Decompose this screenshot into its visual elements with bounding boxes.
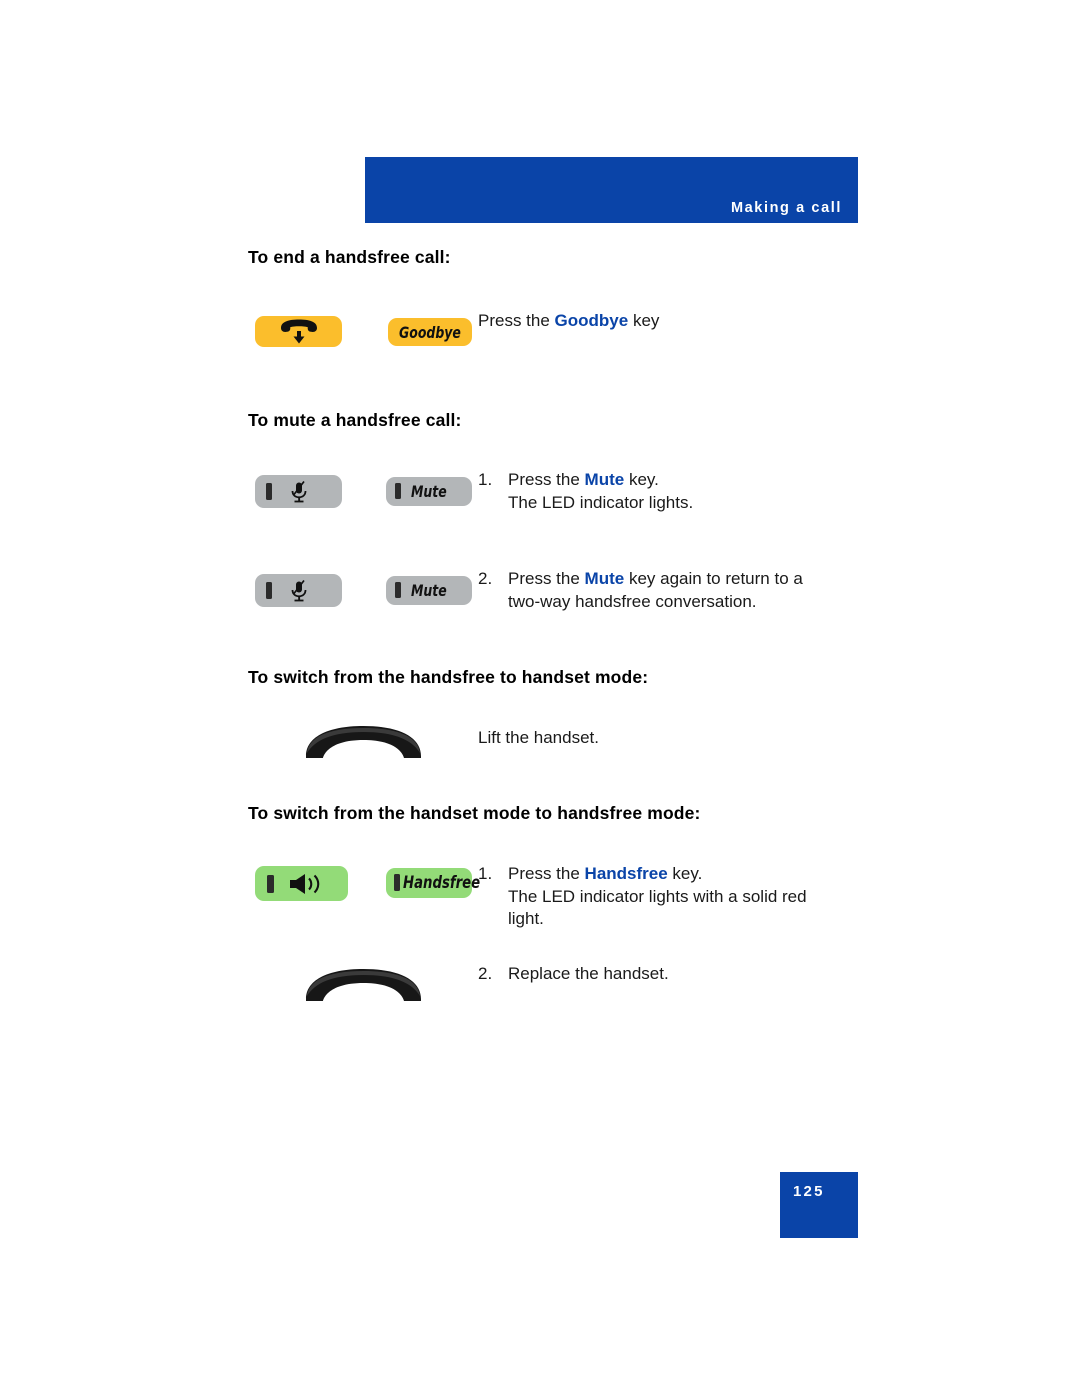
speaker-glyph bbox=[287, 873, 327, 895]
step-number: 1. bbox=[478, 864, 493, 883]
handsfree-key[interactable]: Handsfree bbox=[386, 868, 480, 898]
section-heading-handsfree-to-handset: To switch from the handsfree to handset … bbox=[248, 667, 649, 687]
instruction-key-highlight: Mute bbox=[584, 470, 625, 489]
instruction-text-before: Press the bbox=[508, 569, 585, 588]
manual-page: Making a call To end a handsfree call: G… bbox=[0, 0, 1080, 1397]
instruction-text-before: Replace the handset. bbox=[508, 964, 669, 983]
instruction-line-2: two-way handsfree conversation. bbox=[508, 591, 757, 611]
led-indicator-bar bbox=[395, 483, 401, 499]
chapter-title: Making a call bbox=[730, 200, 842, 216]
instruction-lift-handset: Lift the handset. bbox=[478, 727, 818, 750]
led-indicator-bar bbox=[267, 875, 274, 893]
handsfree-speaker-icon bbox=[255, 866, 348, 901]
instruction-key-highlight: Mute bbox=[584, 569, 625, 588]
step-number: 2. bbox=[478, 964, 493, 983]
instruction-text-before: Press the bbox=[508, 470, 585, 489]
section-heading-handset-to-handsfree: To switch from the handset mode to hands… bbox=[248, 803, 701, 823]
instruction-text-after: key. bbox=[624, 470, 659, 489]
instruction-mute-step-2: Press the Mute key again to return to a … bbox=[508, 568, 868, 613]
microphone-muted-glyph bbox=[287, 579, 311, 603]
instruction-mute-step-1: Press the Mute key. The LED indicator li… bbox=[508, 469, 858, 514]
handsfree-key-label: Handsfree bbox=[403, 873, 481, 893]
instruction-line-2: The LED indicator lights. bbox=[508, 492, 694, 512]
goodbye-phone-down-icon bbox=[255, 316, 342, 347]
handset-icon bbox=[300, 963, 427, 1005]
instruction-key-highlight: Handsfree bbox=[584, 864, 668, 883]
instruction-text-before: Press the bbox=[478, 311, 555, 330]
handset-icon bbox=[300, 720, 427, 762]
goodbye-key[interactable]: Goodbye bbox=[388, 318, 472, 346]
mute-key-label: Mute bbox=[411, 482, 447, 501]
page-number-box: 125 bbox=[780, 1172, 858, 1238]
step-number: 2. bbox=[478, 569, 493, 588]
section-heading-mute-handsfree-call: To mute a handsfree call: bbox=[248, 410, 462, 430]
phone-down-glyph bbox=[277, 319, 321, 344]
step-number: 1. bbox=[478, 470, 493, 489]
mute-microphone-icon bbox=[255, 574, 342, 607]
goodbye-key-label: Goodbye bbox=[399, 323, 461, 342]
mute-key[interactable]: Mute bbox=[386, 576, 472, 605]
instruction-text-after: key. bbox=[667, 864, 703, 883]
instruction-key-highlight: Goodbye bbox=[554, 311, 629, 330]
instruction-line-3: light. bbox=[508, 909, 544, 928]
page-number: 125 bbox=[793, 1183, 825, 1200]
led-indicator-bar bbox=[394, 874, 400, 891]
instruction-text-after: key again to return to a bbox=[624, 569, 803, 588]
mute-microphone-icon bbox=[255, 475, 342, 508]
mute-key[interactable]: Mute bbox=[386, 477, 472, 506]
instruction-replace-handset: Replace the handset. bbox=[508, 963, 848, 986]
chapter-header-band: Making a call bbox=[365, 157, 858, 223]
instruction-line-2: The LED indicator lights with a solid re… bbox=[508, 886, 807, 906]
instruction-text-before: Press the bbox=[508, 864, 585, 883]
instruction-handsfree-step-1: Press the Handsfree key. The LED indicat… bbox=[508, 863, 863, 931]
led-indicator-bar bbox=[266, 582, 272, 599]
instruction-text-after: key bbox=[628, 311, 660, 330]
instruction-end-handsfree: Press the Goodbye key bbox=[478, 310, 858, 333]
mute-key-label: Mute bbox=[411, 581, 447, 600]
instruction-text-before: Lift the handset. bbox=[478, 728, 599, 747]
microphone-muted-glyph bbox=[287, 480, 311, 504]
section-heading-end-handsfree-call: To end a handsfree call: bbox=[248, 247, 451, 267]
led-indicator-bar bbox=[395, 582, 401, 598]
led-indicator-bar bbox=[266, 483, 272, 500]
